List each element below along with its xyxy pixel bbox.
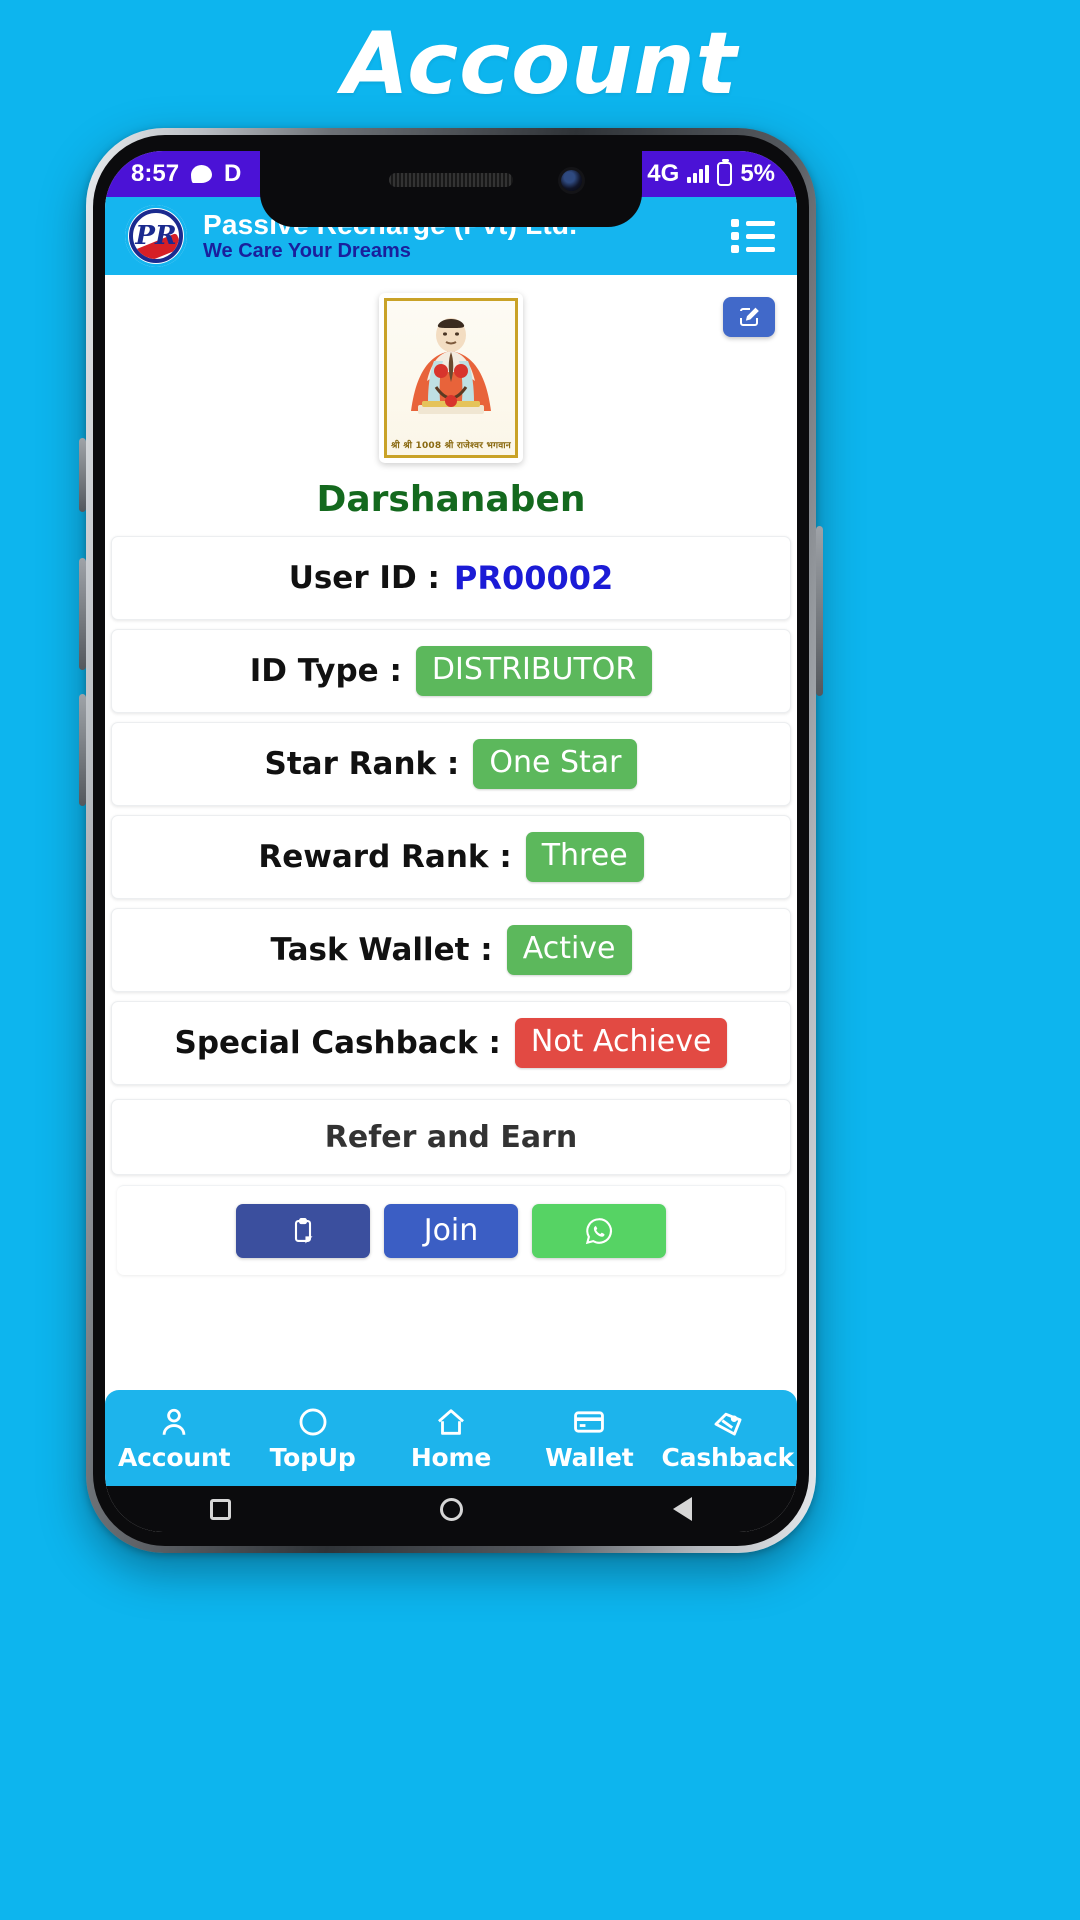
detail-rows: User ID : PR00002 ID Type : DISTRIBUTOR …	[105, 536, 797, 1275]
phone-screen: 8:57 D 4G 5% PR Passive We Care Your Dre…	[105, 151, 797, 1532]
square-icon[interactable]	[209, 1498, 231, 1520]
card-icon	[574, 1410, 605, 1433]
avatar-caption: श्री श्री 1008 श्री राजेश्वर भगवान	[391, 441, 511, 451]
row-label: Reward Rank :	[258, 839, 512, 875]
chat-bubble-icon	[191, 165, 213, 183]
row-value: PR00002	[453, 559, 614, 597]
nav-item-topup[interactable]: TopUp	[243, 1405, 381, 1472]
nav-item-wallet[interactable]: Wallet	[520, 1405, 658, 1472]
home-icon	[437, 1408, 464, 1435]
phone-notch	[260, 151, 642, 227]
network-type-label: 4G	[647, 160, 680, 187]
refer-and-earn-title: Refer and Earn	[324, 1119, 578, 1155]
phone-volume-up-button	[79, 558, 86, 670]
logo-text: PR	[135, 221, 177, 251]
phone-frame: 8:57 D 4G 5% PR Passive We Care Your Dre…	[79, 128, 823, 1553]
avatar[interactable]: श्री श्री 1008 श्री राजेश्वर भगवान	[379, 293, 523, 463]
row-label: User ID :	[288, 560, 440, 596]
nav-label: TopUp	[269, 1442, 356, 1472]
row-label: Star Rank :	[264, 746, 460, 782]
nav-item-account[interactable]: Account	[105, 1405, 243, 1472]
tag-icon	[714, 1412, 742, 1435]
status-badge: DISTRIBUTOR	[415, 646, 653, 696]
join-button[interactable]: Join	[384, 1203, 518, 1258]
status-badge: Not Achieve	[514, 1018, 728, 1068]
phone-side-button	[79, 438, 86, 512]
row-label: Special Cashback :	[174, 1025, 501, 1061]
status-bar-left: 8:57 D	[131, 160, 241, 188]
list-menu-icon[interactable]	[731, 219, 775, 253]
status-badge: Three	[525, 832, 644, 882]
avatar-wrapper: श्री श्री 1008 श्री राजेश्वर भगवान	[105, 275, 797, 463]
phone-volume-down-button	[79, 694, 86, 806]
clipboard-icon	[294, 1217, 313, 1243]
brand-tagline: We Care Your Dreams	[203, 240, 411, 263]
battery-percent-label: 5%	[740, 160, 775, 187]
phone-power-button	[816, 526, 823, 696]
logo-ring: PR	[129, 209, 183, 263]
nav-label: Home	[410, 1442, 492, 1472]
circle-icon	[299, 1408, 327, 1435]
table-row: User ID : PR00002	[111, 536, 791, 620]
whatsapp-button[interactable]	[532, 1203, 666, 1258]
copy-button[interactable]	[236, 1203, 370, 1258]
status-extra-glyph: D	[224, 160, 242, 187]
android-navigation-bar	[105, 1486, 797, 1532]
signal-bars-icon	[687, 165, 710, 183]
deity-portrait-icon	[411, 318, 491, 414]
table-row: Special Cashback : Not Achieve	[111, 1001, 791, 1085]
front-camera	[561, 170, 582, 191]
row-label: ID Type :	[249, 653, 402, 689]
nav-label: Cashback	[661, 1442, 795, 1472]
nav-item-cashback[interactable]: Cashback	[659, 1405, 797, 1472]
page-title: Account	[342, 14, 738, 114]
join-button-label: Join	[423, 1213, 479, 1248]
table-row: Star Rank : One Star	[111, 722, 791, 806]
status-badge: Active	[506, 925, 632, 975]
status-bar-right: 4G 5%	[647, 159, 775, 188]
nav-label: Wallet	[545, 1442, 634, 1472]
table-row: ID Type : DISTRIBUTOR	[111, 629, 791, 713]
triangle-back-icon[interactable]	[673, 1497, 693, 1521]
phone-bezel: 8:57 D 4G 5% PR Passive We Care Your Dre…	[93, 135, 809, 1546]
profile-name: Darshanaben	[316, 479, 586, 520]
row-label: Task Wallet :	[270, 932, 493, 968]
status-badge: One Star	[473, 739, 638, 789]
bottom-navigation: Account TopUp Home Wallet Cashback	[105, 1390, 797, 1486]
table-row: Task Wallet : Active	[111, 908, 791, 992]
edit-profile-button[interactable]	[723, 297, 775, 337]
app-logo: PR	[125, 205, 187, 267]
circle-icon[interactable]	[440, 1497, 464, 1521]
nav-label: Account	[118, 1442, 231, 1472]
refer-and-earn-section: Refer and Earn	[111, 1099, 791, 1175]
account-content: श्री श्री 1008 श्री राजेश्वर भगवान Darsh…	[105, 275, 797, 1436]
refer-actions: Join	[117, 1185, 785, 1275]
avatar-frame: श्री श्री 1008 श्री राजेश्वर भगवान	[384, 298, 518, 458]
earpiece-speaker	[389, 173, 513, 187]
table-row: Reward Rank : Three	[111, 815, 791, 899]
battery-icon	[717, 159, 733, 186]
status-time: 8:57	[131, 160, 180, 187]
edit-square-icon	[740, 307, 759, 326]
nav-item-home[interactable]: Home	[382, 1405, 520, 1472]
person-icon	[162, 1408, 186, 1435]
whatsapp-icon	[585, 1217, 613, 1244]
